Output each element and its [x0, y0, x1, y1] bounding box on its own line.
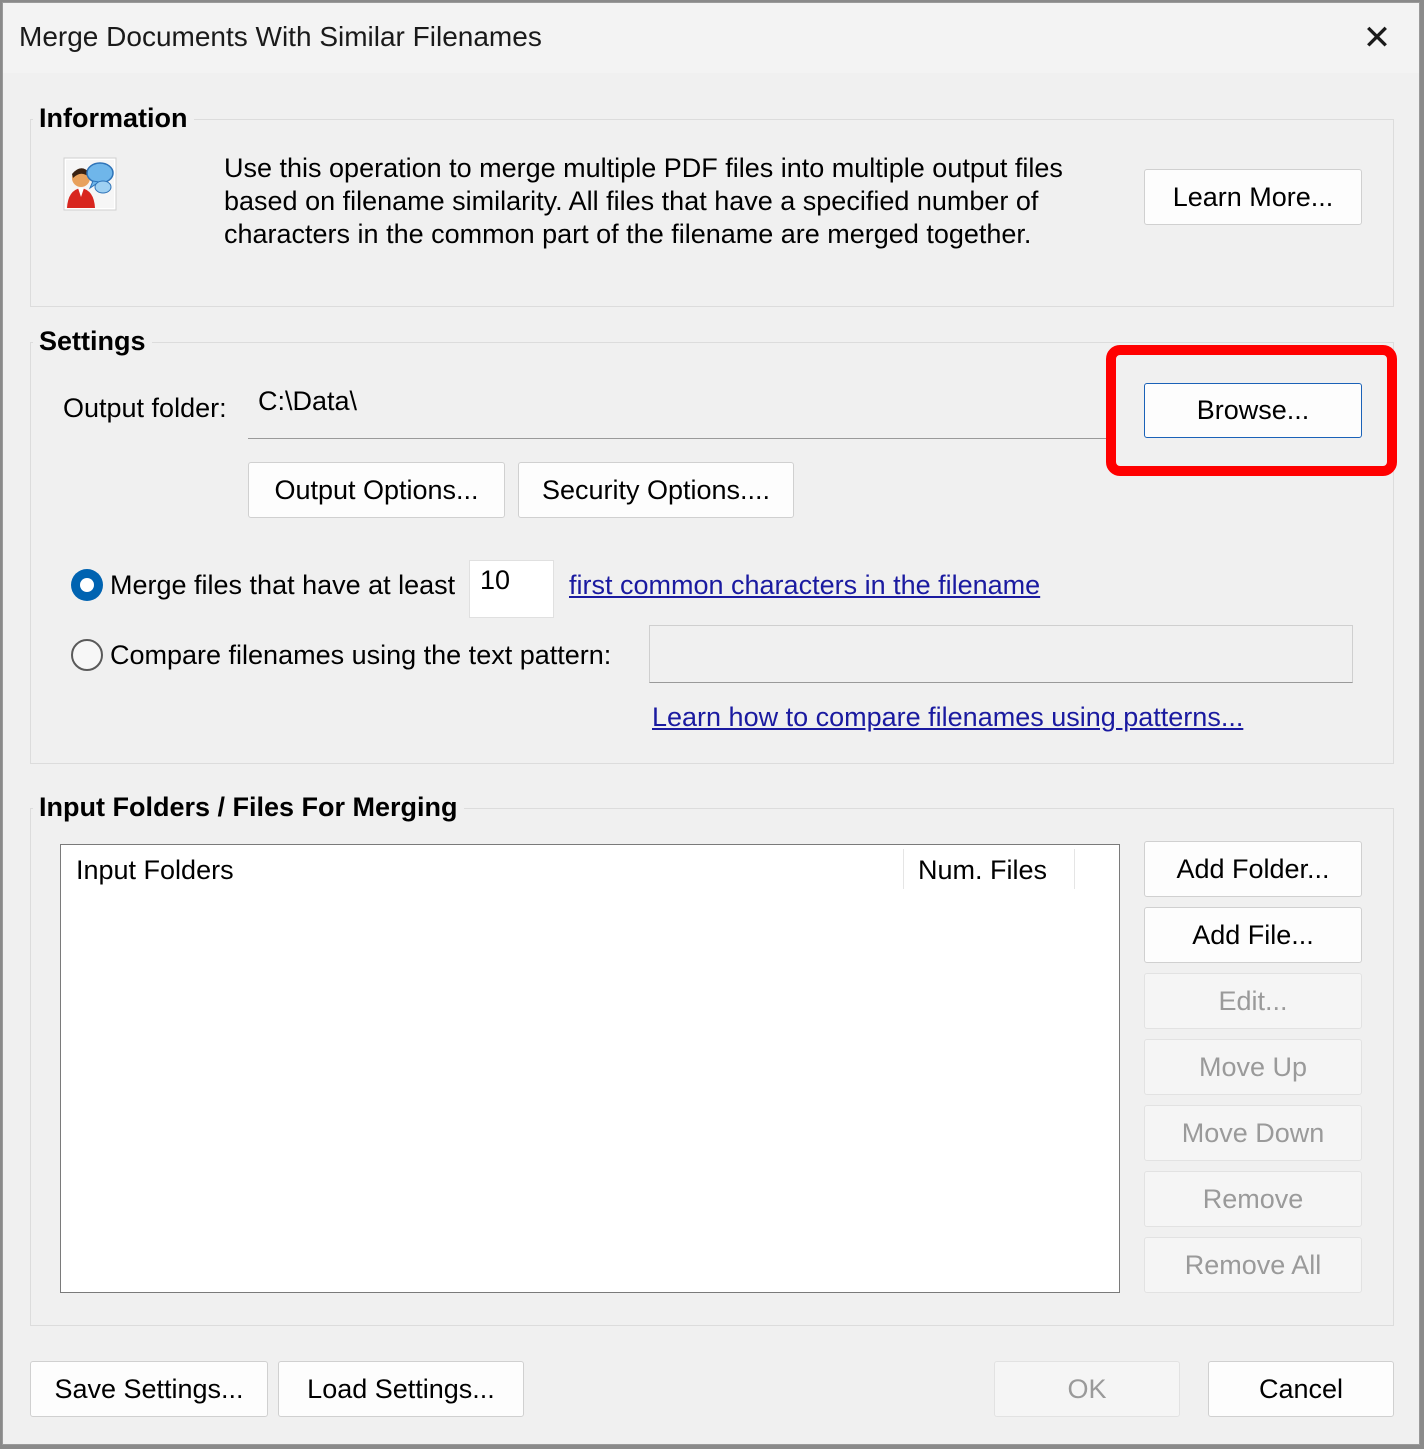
common-chars-input[interactable]: 10 — [469, 560, 554, 618]
edit-button[interactable]: Edit... — [1144, 973, 1362, 1029]
information-legend: Information — [33, 103, 194, 134]
browse-button[interactable]: Browse... — [1144, 383, 1362, 438]
text-pattern-radio[interactable] — [71, 639, 103, 671]
information-text-line1: Use this operation to merge multiple PDF… — [224, 153, 1063, 183]
column-header-input-folders[interactable]: Input Folders — [76, 855, 234, 886]
column-separator — [903, 849, 904, 889]
settings-legend: Settings — [33, 326, 152, 357]
common-chars-link[interactable]: first common characters in the filename — [569, 570, 1040, 601]
load-settings-button[interactable]: Load Settings... — [278, 1361, 524, 1417]
pattern-help-link[interactable]: Learn how to compare filenames using pat… — [652, 702, 1243, 733]
column-header-num-files[interactable]: Num. Files — [918, 855, 1047, 886]
merge-common-chars-radio[interactable] — [71, 569, 103, 601]
remove-all-button[interactable]: Remove All — [1144, 1237, 1362, 1293]
remove-button[interactable]: Remove — [1144, 1171, 1362, 1227]
input-folders-list[interactable]: Input Folders Num. Files — [60, 844, 1120, 1293]
add-folder-button[interactable]: Add Folder... — [1144, 841, 1362, 897]
cancel-button[interactable]: Cancel — [1208, 1361, 1394, 1417]
input-legend: Input Folders / Files For Merging — [33, 792, 464, 823]
move-down-button[interactable]: Move Down — [1144, 1105, 1362, 1161]
merge-dialog: Merge Documents With Similar Filenames ✕… — [2, 2, 1420, 1445]
move-up-button[interactable]: Move Up — [1144, 1039, 1362, 1095]
output-folder-label: Output folder: — [63, 393, 227, 423]
user-chat-icon — [63, 157, 117, 211]
information-text-line3: characters in the common part of the fil… — [224, 219, 1032, 249]
save-settings-button[interactable]: Save Settings... — [30, 1361, 268, 1417]
window-title: Merge Documents With Similar Filenames — [19, 21, 542, 52]
close-icon[interactable]: ✕ — [1335, 3, 1419, 73]
output-options-button[interactable]: Output Options... — [248, 462, 505, 518]
output-folder-field[interactable]: C:\Data\ — [248, 382, 1108, 439]
pattern-option-label[interactable]: Compare filenames using the text pattern… — [110, 640, 611, 671]
security-options-button[interactable]: Security Options.... — [518, 462, 794, 518]
learn-more-button[interactable]: Learn More... — [1144, 169, 1362, 225]
title-bar: Merge Documents With Similar Filenames ✕ — [3, 3, 1419, 73]
ok-button[interactable]: OK — [994, 1361, 1180, 1417]
merge-option-label[interactable]: Merge files that have at least — [110, 570, 455, 601]
add-file-button[interactable]: Add File... — [1144, 907, 1362, 963]
column-separator — [1074, 849, 1075, 889]
text-pattern-input[interactable] — [649, 625, 1353, 683]
information-text-line2: based on filename similarity. All files … — [224, 186, 1039, 216]
